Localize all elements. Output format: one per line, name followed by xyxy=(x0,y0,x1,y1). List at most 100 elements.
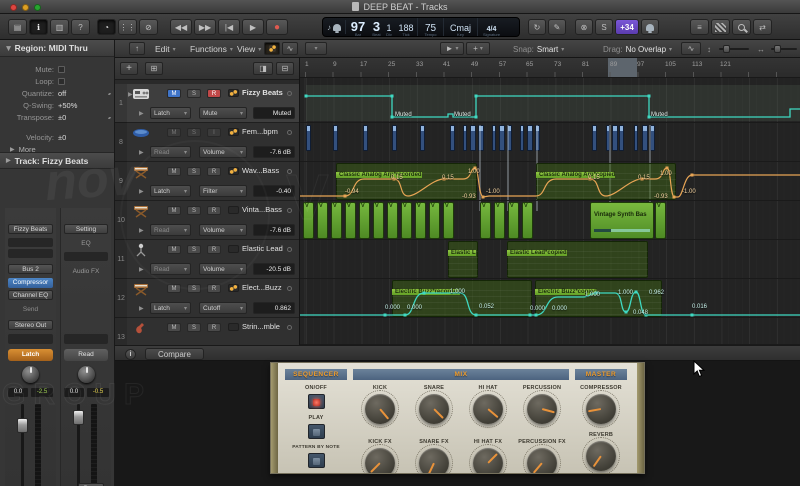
pan-knob[interactable] xyxy=(22,366,39,383)
track-header-vintage-bass[interactable]: 10 M S R Vinta...Bass ▶ Read ▾ Volume ▾ -7… xyxy=(115,201,299,240)
insert-compressor-slot[interactable]: Compressor xyxy=(8,278,53,288)
audio-region-chop[interactable] xyxy=(527,125,533,151)
track-header-electric-buzz[interactable]: 12 M S R Elect...Buzz ▶ Latch ▾ Cutoff ▾ 0… xyxy=(115,279,299,318)
solo-button[interactable]: S xyxy=(187,284,201,293)
midi-region-slice[interactable]: V xyxy=(387,202,398,239)
track-name[interactable]: Wav...Bass xyxy=(242,166,279,175)
slider-handle[interactable] xyxy=(774,45,781,53)
loop-checkbox[interactable] xyxy=(58,77,65,85)
region-param-velocity[interactable]: Velocity: ±0 xyxy=(0,131,114,143)
mute-button[interactable]: M xyxy=(167,245,181,254)
track-lane-fem-bpm[interactable] xyxy=(300,123,800,162)
track-lane-elastic-lead[interactable]: Elastic L Elastic Lead*copied xyxy=(300,240,800,279)
freeze-dot-icon[interactable] xyxy=(287,169,292,174)
strip-name[interactable]: Fizzy Beats xyxy=(8,224,53,234)
setting-button[interactable]: Setting xyxy=(64,224,108,234)
solo-button[interactable]: S xyxy=(187,167,201,176)
region-param-loop[interactable]: Loop: xyxy=(0,75,114,87)
audio-region-chop[interactable] xyxy=(492,125,496,151)
automation-mode-button[interactable]: Read xyxy=(64,349,108,361)
volume-value[interactable]: -2.5 xyxy=(31,388,53,397)
record-enable-button[interactable]: R xyxy=(207,323,221,332)
pan-value[interactable]: 0.0 xyxy=(64,388,84,397)
bus-send-slot[interactable]: Bus 2 xyxy=(8,264,53,274)
lane-disclosure-icon[interactable]: ▶ xyxy=(139,149,144,156)
eq-slot[interactable] xyxy=(64,252,108,261)
mute-off-button[interactable]: ⊗ xyxy=(575,19,593,35)
close-window-button[interactable] xyxy=(10,3,17,11)
flex-toggle-button[interactable]: ∿ xyxy=(282,42,298,55)
region-param-transpose[interactable]: Transpose: ±0 ▴▾ xyxy=(0,111,114,123)
mix-fx-knob[interactable]: SNARE FX xyxy=(407,439,461,473)
automation-mode-button[interactable]: Latch xyxy=(8,349,53,361)
on-off-button[interactable] xyxy=(307,394,325,409)
forward-button[interactable]: ▶▶ xyxy=(194,19,216,35)
automation-chip-icon[interactable] xyxy=(228,284,239,292)
mute-button[interactable]: M xyxy=(167,167,181,176)
audio-region-chop[interactable] xyxy=(333,125,338,151)
automation-param-select[interactable]: Mute ▾ xyxy=(199,107,247,119)
zoom-window-button[interactable] xyxy=(34,3,41,11)
mute-automation-curve[interactable] xyxy=(300,84,800,123)
metronome-bell-button[interactable] xyxy=(641,19,659,35)
lcd-position-tick[interactable]: 188 Tick xyxy=(395,18,417,37)
lane-disclosure-icon[interactable]: ▶ xyxy=(139,305,144,312)
stepper-icon[interactable]: ▴▾ xyxy=(108,115,111,120)
mix-knob[interactable]: HI HAT xyxy=(461,385,515,428)
automation-mode-select[interactable]: Read ▾ xyxy=(150,146,191,158)
mute-button[interactable]: M xyxy=(167,284,181,293)
midi-region-slice[interactable]: V xyxy=(522,202,533,239)
group-slot[interactable] xyxy=(8,334,53,344)
slider-handle[interactable] xyxy=(723,45,730,53)
compare-button[interactable]: Compare xyxy=(145,348,204,360)
record-enable-button[interactable]: R xyxy=(207,206,221,215)
track-lane-fizzy-beats[interactable]: Muted Muted Muted xyxy=(300,84,800,123)
track-header-string-ensemble[interactable]: 13 M S R Strin...mble xyxy=(115,318,299,345)
output-slot[interactable]: Stereo Out xyxy=(8,320,53,330)
audio-region-chop[interactable] xyxy=(592,125,597,151)
automation-mode-select[interactable]: Read ▾ xyxy=(150,263,191,275)
track-header-fizzy-beats[interactable]: 1 ▶ M S R Fizzy Beats ▶ Latch ▾ Mute ▾ Mut… xyxy=(115,84,299,123)
volume-value[interactable]: -0.5 xyxy=(87,388,109,397)
mix-knob[interactable]: KICK xyxy=(353,385,407,428)
autopunch-pencil-button[interactable]: ✎ xyxy=(548,19,566,35)
midi-region-slice[interactable]: V xyxy=(508,202,519,239)
automation-chip-icon[interactable] xyxy=(228,128,239,136)
track-name[interactable]: Fizzy Beats xyxy=(242,88,283,97)
record-button[interactable]: ● xyxy=(266,19,288,35)
track-header-elastic-lead[interactable]: 11 M S R Elastic Lead ▶ Read ▾ Volume ▾ -2… xyxy=(115,240,299,279)
lane-disclosure-icon[interactable]: ▶ xyxy=(139,227,144,234)
play-button[interactable]: ▶ xyxy=(242,19,264,35)
master-knob[interactable]: REVERB xyxy=(573,432,629,473)
solo-button[interactable]: S xyxy=(187,89,201,98)
horizontal-zoom-slider[interactable] xyxy=(771,45,797,53)
audio-region-chop[interactable] xyxy=(619,125,624,151)
freeze-dot-icon[interactable] xyxy=(287,130,292,135)
lcd-key[interactable]: Cmaj Key xyxy=(443,18,477,37)
region-inspector-header[interactable]: ▶ Region: MIDI Thru xyxy=(0,40,114,57)
automation-chip-icon[interactable] xyxy=(228,245,239,253)
cycle-button[interactable]: ↻ xyxy=(528,19,546,35)
fader-track[interactable] xyxy=(21,404,24,486)
vertical-zoom-slider[interactable] xyxy=(719,45,749,53)
track-lane-string-ensemble[interactable] xyxy=(300,318,800,345)
automation-chip-icon[interactable] xyxy=(228,323,239,331)
share-button[interactable]: ⇄ xyxy=(753,19,772,35)
stepper-icon[interactable]: ▴▾ xyxy=(108,91,111,96)
mute-button[interactable]: M xyxy=(167,206,181,215)
audio-region-chop[interactable] xyxy=(642,125,648,151)
midi-region-slice[interactable]: V xyxy=(331,202,342,239)
cutoff-automation-curve[interactable] xyxy=(300,279,800,318)
midi-region-slice[interactable]: V xyxy=(317,202,328,239)
midi-region-slice[interactable]: V xyxy=(443,202,454,239)
view-menu[interactable]: View ▾ xyxy=(237,40,261,58)
filter-automation-curve[interactable] xyxy=(300,162,800,201)
lcd-position-beat[interactable]: 3 Beat xyxy=(370,18,383,37)
mute-button[interactable]: M xyxy=(167,89,181,98)
midi-region-slice[interactable]: V xyxy=(345,202,356,239)
midi-region-vintage-synth-bass[interactable]: Vintage Synth Bas xyxy=(590,202,654,239)
master-knob[interactable]: COMPRESSOR xyxy=(573,385,629,428)
freeze-dot-icon[interactable] xyxy=(287,247,292,252)
track-view-option-button[interactable]: ◨ xyxy=(253,62,273,75)
eq-thumbnail[interactable] xyxy=(8,238,53,247)
